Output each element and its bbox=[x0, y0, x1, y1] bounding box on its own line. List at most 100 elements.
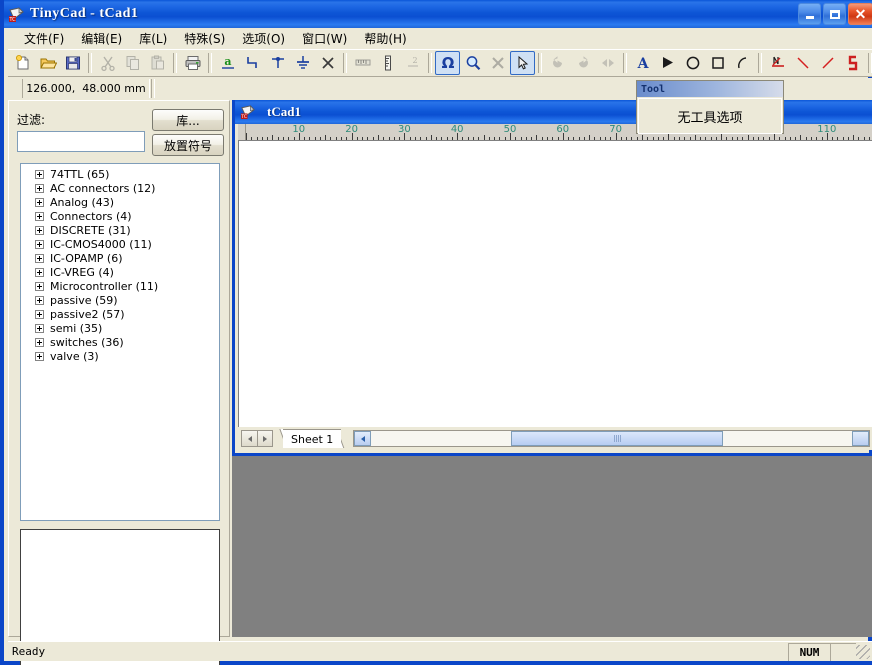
symbol-button[interactable]: Ω bbox=[435, 51, 460, 75]
library-tree-item[interactable]: IC-OPAMP (6) bbox=[21, 251, 219, 265]
tab-right-edge bbox=[341, 429, 351, 448]
menu-special[interactable]: 特殊(S) bbox=[176, 28, 234, 49]
library-tree-item[interactable]: passive (59) bbox=[21, 293, 219, 307]
sheet-tab[interactable]: Sheet 1 bbox=[283, 429, 341, 448]
expand-plus-icon[interactable] bbox=[35, 324, 44, 333]
menu-window[interactable]: 窗口(W) bbox=[294, 28, 356, 49]
filter-input[interactable] bbox=[17, 131, 145, 152]
symbol-library-panel: 过滤: 库... 放置符号 74TTL (65)AC connectors (1… bbox=[8, 100, 230, 637]
menu-library[interactable]: 库(L) bbox=[131, 28, 176, 49]
line-up-button[interactable] bbox=[815, 51, 840, 75]
power-net-button[interactable] bbox=[765, 51, 790, 75]
ruler-tick bbox=[325, 135, 326, 140]
scrollbar-thumb[interactable] bbox=[511, 431, 723, 446]
ruler-tick bbox=[251, 137, 252, 140]
library-tree-item[interactable]: semi (35) bbox=[21, 321, 219, 335]
library-tree-item[interactable]: switches (36) bbox=[21, 335, 219, 349]
menu-help[interactable]: 帮助(H) bbox=[356, 28, 415, 49]
text-button[interactable]: A bbox=[630, 51, 655, 75]
expand-plus-icon[interactable] bbox=[35, 184, 44, 193]
subscript-button[interactable]: 2 bbox=[400, 51, 425, 75]
library-tree-item[interactable]: Microcontroller (11) bbox=[21, 279, 219, 293]
library-tree-item[interactable]: IC-CMOS4000 (11) bbox=[21, 237, 219, 251]
ruler-tick bbox=[431, 135, 432, 140]
ruler-tick bbox=[536, 135, 537, 140]
menu-file[interactable]: 文件(F) bbox=[16, 28, 73, 49]
close-button[interactable]: ✕ bbox=[848, 3, 872, 25]
ruler-tick bbox=[378, 135, 379, 140]
rectangle-button[interactable] bbox=[705, 51, 730, 75]
save-file-button[interactable] bbox=[60, 51, 85, 75]
rotate-right-button[interactable] bbox=[570, 51, 595, 75]
cut-button[interactable] bbox=[95, 51, 120, 75]
expand-plus-icon[interactable] bbox=[35, 296, 44, 305]
library-button[interactable]: 库... bbox=[152, 109, 224, 131]
new-file-button[interactable] bbox=[10, 51, 35, 75]
expand-plus-icon[interactable] bbox=[35, 254, 44, 263]
mirror-button[interactable] bbox=[595, 51, 620, 75]
expand-plus-icon[interactable] bbox=[35, 338, 44, 347]
scroll-left-button[interactable] bbox=[354, 431, 371, 446]
library-tree-item[interactable]: AC connectors (12) bbox=[21, 181, 219, 195]
library-tree-item[interactable]: IC-VREG (4) bbox=[21, 265, 219, 279]
expand-plus-icon[interactable] bbox=[35, 240, 44, 249]
expand-plus-icon[interactable] bbox=[35, 310, 44, 319]
maximize-button[interactable] bbox=[823, 3, 846, 25]
open-file-button[interactable] bbox=[35, 51, 60, 75]
library-tree-item[interactable]: passive2 (57) bbox=[21, 307, 219, 321]
ruler-tick bbox=[320, 137, 321, 140]
library-tree-item[interactable]: DISCRETE (31) bbox=[21, 223, 219, 237]
library-tree-item[interactable]: 74TTL (65) bbox=[21, 167, 219, 181]
paste-button[interactable] bbox=[145, 51, 170, 75]
print-button[interactable] bbox=[180, 51, 205, 75]
minimize-button[interactable] bbox=[798, 3, 821, 25]
expand-plus-icon[interactable] bbox=[35, 282, 44, 291]
expand-plus-icon[interactable] bbox=[35, 268, 44, 277]
circle-button[interactable] bbox=[680, 51, 705, 75]
copy-button[interactable] bbox=[120, 51, 145, 75]
polygon-button[interactable] bbox=[655, 51, 680, 75]
expand-plus-icon[interactable] bbox=[35, 352, 44, 361]
rotate-left-button[interactable] bbox=[545, 51, 570, 75]
previous-sheet-button[interactable] bbox=[241, 430, 257, 447]
library-tree-item[interactable]: Connectors (4) bbox=[21, 209, 219, 223]
no-connect-button[interactable] bbox=[315, 51, 340, 75]
next-sheet-button[interactable] bbox=[257, 430, 273, 447]
ruler-button[interactable] bbox=[350, 51, 375, 75]
annotation-button[interactable]: a bbox=[215, 51, 240, 75]
tool-panel-caption[interactable]: Tool bbox=[637, 81, 783, 97]
scale-button[interactable] bbox=[375, 51, 400, 75]
place-symbol-button[interactable]: 放置符号 bbox=[152, 134, 224, 156]
schematic-canvas[interactable] bbox=[238, 141, 872, 427]
horizontal-scrollbar[interactable] bbox=[353, 430, 870, 447]
expand-plus-icon[interactable] bbox=[35, 170, 44, 179]
line-up-icon bbox=[819, 54, 837, 72]
toolbar-separator bbox=[88, 53, 92, 73]
wire-button[interactable] bbox=[240, 51, 265, 75]
resize-grip-icon[interactable] bbox=[856, 645, 870, 659]
chevron-right-icon bbox=[263, 436, 267, 442]
ruler-tick bbox=[822, 137, 823, 140]
delete-button[interactable] bbox=[485, 51, 510, 75]
ruler-tick bbox=[288, 137, 289, 140]
library-tree[interactable]: 74TTL (65)AC connectors (12)Analog (43)C… bbox=[20, 163, 220, 521]
expand-plus-icon[interactable] bbox=[35, 198, 44, 207]
select-button[interactable] bbox=[510, 51, 535, 75]
menu-edit[interactable]: 编辑(E) bbox=[73, 28, 131, 49]
menubar: 文件(F) 编辑(E) 库(L) 特殊(S) 选项(O) 窗口(W) 帮助(H) bbox=[8, 28, 872, 49]
arc-button[interactable] bbox=[730, 51, 755, 75]
menu-options[interactable]: 选项(O) bbox=[234, 28, 294, 49]
scrollbar-track[interactable] bbox=[371, 431, 852, 446]
ground-button[interactable] bbox=[290, 51, 315, 75]
junction-button[interactable] bbox=[265, 51, 290, 75]
line-down-button[interactable] bbox=[790, 51, 815, 75]
ruler-tick bbox=[373, 137, 374, 140]
library-tree-item[interactable]: valve (3) bbox=[21, 349, 219, 363]
expand-plus-icon[interactable] bbox=[35, 226, 44, 235]
window-title: TinyCad - tCad1 bbox=[30, 6, 138, 22]
bus-button[interactable] bbox=[840, 51, 865, 75]
library-tree-item[interactable]: Analog (43) bbox=[21, 195, 219, 209]
expand-plus-icon[interactable] bbox=[35, 212, 44, 221]
scroll-right-button[interactable] bbox=[852, 431, 869, 446]
zoom-button[interactable] bbox=[460, 51, 485, 75]
